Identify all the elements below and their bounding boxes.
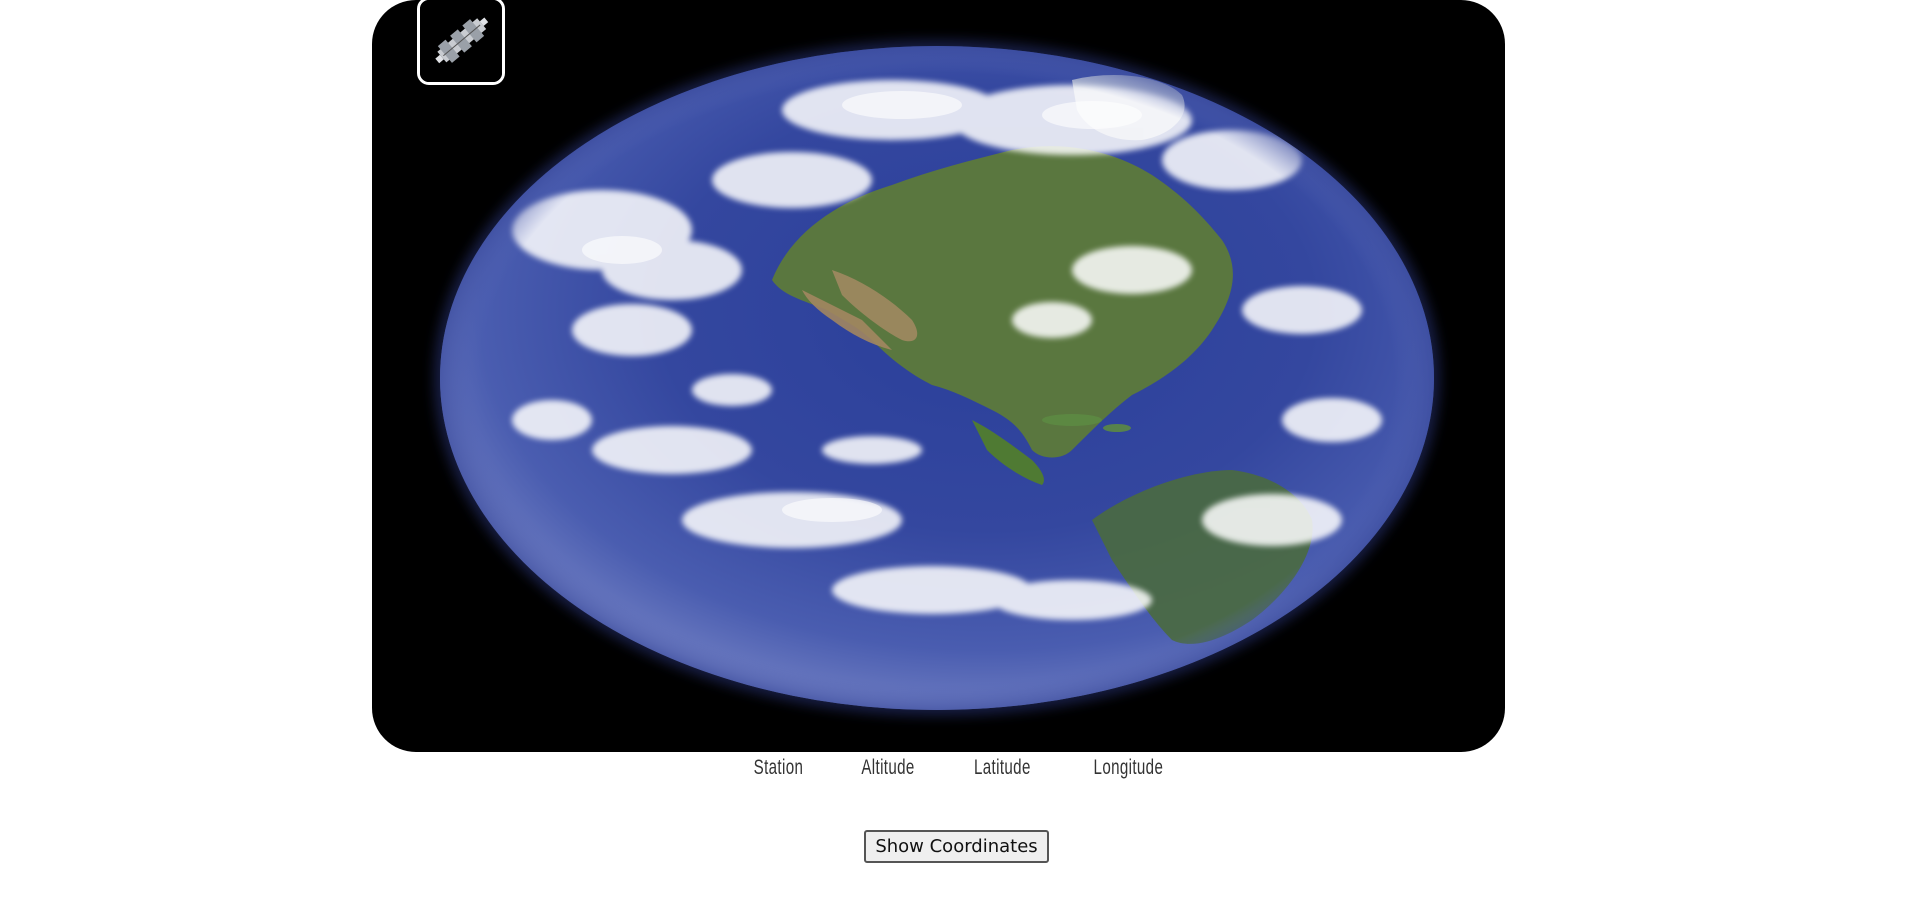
controls: Show Coordinates (0, 830, 1913, 863)
longitude-label: Longitude (1093, 756, 1164, 779)
iss-station-icon[interactable] (417, 0, 505, 85)
latitude-label: Latitude (974, 756, 1031, 779)
altitude-label: Altitude (861, 756, 915, 779)
station-label: Station (753, 756, 804, 779)
earth-map (372, 0, 1505, 752)
show-coordinates-button[interactable]: Show Coordinates (864, 830, 1049, 863)
station-info-row: Station Altitude Latitude Longitude (0, 756, 1913, 780)
earth-image (434, 40, 1440, 716)
